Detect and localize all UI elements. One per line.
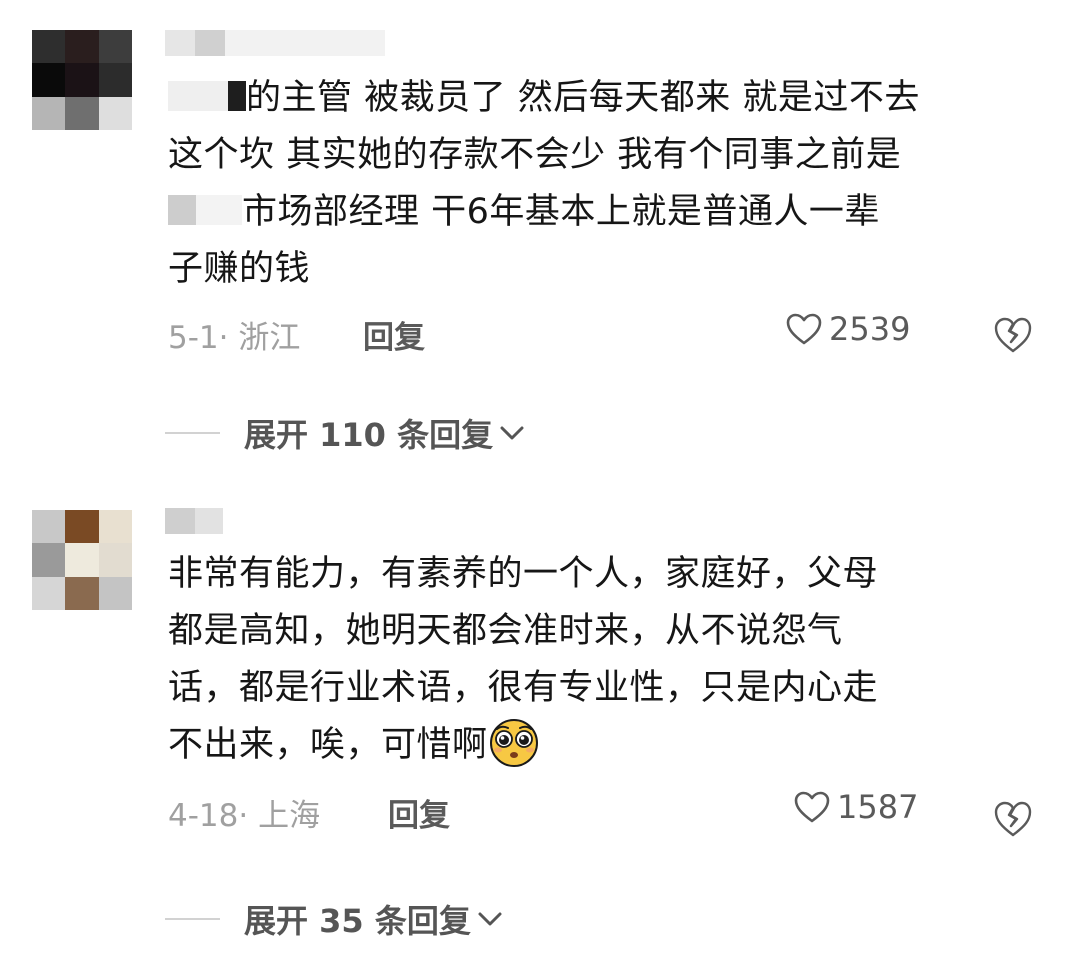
like-count: 1587 xyxy=(837,788,919,826)
expand-replies-button[interactable]: 展开 35 条回复 xyxy=(165,896,505,942)
redacted-mosaic xyxy=(168,195,242,225)
reply-button[interactable]: 回复 xyxy=(363,312,425,357)
comment-date-location: 4-18· 上海 xyxy=(168,798,321,834)
like-button[interactable]: 1587 xyxy=(793,788,918,826)
reply-button[interactable]: 回复 xyxy=(388,790,450,835)
avatar-mosaic-tile xyxy=(65,543,99,577)
chevron-down-icon xyxy=(500,426,524,440)
comment-text: 非常有能力，有素养的一个人，家庭好，父母 都是高知，她明天都会准时来，从不说怨气话… xyxy=(168,546,1048,774)
expand-divider xyxy=(165,918,220,920)
expand-divider xyxy=(165,432,220,434)
avatar-mosaic-tile xyxy=(65,510,99,544)
comment-1: 的主管 被裁员了 然后每天都来 就是过不去这个坎 其实她的存款不会少 我有个同事… xyxy=(0,0,1080,470)
avatar-mosaic-tile xyxy=(32,510,66,544)
username-mosaic-tile xyxy=(225,30,385,56)
avatar-mosaic-tile xyxy=(98,30,132,64)
comment-text-line: 市场部经理 干6年基本上就是普通人一辈 xyxy=(242,192,880,232)
expand-replies-label: 展开 110 条回复 xyxy=(244,416,494,454)
avatar-mosaic-tile xyxy=(65,576,99,610)
avatar-mosaic-tile xyxy=(98,63,132,97)
avatar-mosaic-tile xyxy=(65,30,99,64)
redacted-mosaic xyxy=(168,81,246,111)
heart-outline-icon xyxy=(794,791,830,823)
comment-text-line: 不出来，唉，可惜啊 xyxy=(168,725,488,765)
avatar[interactable] xyxy=(32,30,132,130)
avatar-mosaic-tile xyxy=(98,96,132,130)
comment-2: 非常有能力，有素养的一个人，家庭好，父母 都是高知，她明天都会准时来，从不说怨气话… xyxy=(0,490,1080,954)
username-redacted[interactable] xyxy=(165,30,385,56)
like-button[interactable]: 2539 xyxy=(785,310,910,348)
comment-text-line: 话，都是行业术语，很有专业性，只是内心走 xyxy=(168,668,879,708)
username-mosaic-tile xyxy=(195,508,223,534)
avatar[interactable] xyxy=(32,510,132,610)
avatar-mosaic-tile xyxy=(32,96,66,130)
heart-outline-icon xyxy=(786,313,822,345)
comment-text-line: 子赚的钱 xyxy=(168,249,311,289)
expand-replies-button[interactable]: 展开 110 条回复 xyxy=(165,410,527,456)
like-count: 2539 xyxy=(829,310,911,348)
comment-text-line: 的主管 被裁员了 然后每天都来 就是过不去 xyxy=(246,78,920,118)
pleading-face-icon xyxy=(489,719,538,767)
avatar-mosaic-tile xyxy=(32,543,66,577)
avatar-mosaic-tile xyxy=(98,576,132,610)
avatar-mosaic-tile xyxy=(32,30,66,64)
avatar-mosaic-tile xyxy=(65,63,99,97)
avatar-mosaic-tile xyxy=(98,510,132,544)
username-mosaic-tile xyxy=(195,30,225,56)
comment-text: 的主管 被裁员了 然后每天都来 就是过不去这个坎 其实她的存款不会少 我有个同事… xyxy=(168,70,1048,298)
username-redacted[interactable] xyxy=(165,508,223,534)
avatar-mosaic-tile xyxy=(65,96,99,130)
expand-replies-label: 展开 35 条回复 xyxy=(244,902,471,940)
comment-text-line: 非常有能力，有素养的一个人，家庭好，父母 xyxy=(168,554,879,594)
avatar-mosaic-tile xyxy=(98,543,132,577)
chevron-down-icon xyxy=(478,912,502,926)
comment-text-line: 都是高知，她明天都会准时来，从不说怨气 xyxy=(168,611,843,651)
avatar-mosaic-tile xyxy=(32,576,66,610)
username-mosaic-tile xyxy=(165,508,195,534)
avatar-mosaic-tile xyxy=(32,63,66,97)
username-mosaic-tile xyxy=(165,30,195,56)
broken-heart-outline-icon[interactable] xyxy=(992,798,1034,840)
broken-heart-outline-icon[interactable] xyxy=(992,314,1034,356)
comment-text-line: 这个坎 其实她的存款不会少 我有个同事之前是 xyxy=(168,135,902,175)
comment-date-location: 5-1· 浙江 xyxy=(168,320,301,356)
